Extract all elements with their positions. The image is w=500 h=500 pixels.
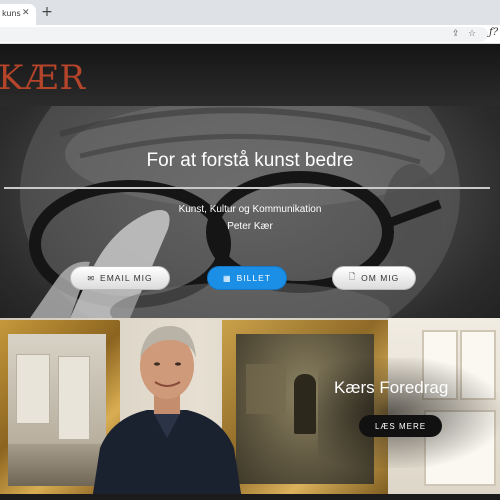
next-section-strip xyxy=(0,494,500,500)
plus-icon[interactable]: + xyxy=(39,5,55,21)
hero-subtitle: Kunst, Kultur og Kommunikation xyxy=(178,204,322,215)
hero-section: KÆR For at forstå kunst bedre Kunst, Kul… xyxy=(0,44,500,318)
browser-toolbar: ⇪ ☆ ƒ? xyxy=(0,25,500,44)
envelope-icon: ✉ xyxy=(87,273,96,283)
hero-author-name: Peter Kær xyxy=(227,221,273,232)
star-icon[interactable]: ☆ xyxy=(468,28,476,40)
share-icon[interactable]: ⇪ xyxy=(452,28,460,40)
feature-overlay xyxy=(318,358,500,468)
calendar-icon: ▦ xyxy=(223,273,232,283)
ticket-button[interactable]: ▦ BILLET xyxy=(207,266,287,290)
address-bar[interactable] xyxy=(0,27,488,42)
browser-tab-bar: kuns ✕ + xyxy=(0,0,500,25)
browser-tab[interactable]: kuns ✕ xyxy=(0,4,36,25)
extension-button[interactable]: ƒ? xyxy=(489,27,498,38)
speaker-photo xyxy=(92,326,242,500)
feature-section: Kærs Foredrag LÆS MERE xyxy=(0,318,500,500)
site-logo[interactable]: KÆR xyxy=(0,58,86,98)
about-button-label: OM MIG xyxy=(361,273,400,283)
about-button[interactable]: 🗋 OM MIG xyxy=(332,266,416,290)
tab-title: kuns xyxy=(2,9,21,18)
feature-title: Kærs Foredrag xyxy=(334,378,449,397)
hero-divider xyxy=(4,187,490,189)
read-more-button[interactable]: LÆS MERE xyxy=(359,415,442,437)
close-icon[interactable]: ✕ xyxy=(22,7,30,19)
ticket-button-label: BILLET xyxy=(236,273,271,283)
email-button-label: EMAIL MIG xyxy=(100,273,153,283)
email-button[interactable]: ✉ EMAIL MIG xyxy=(70,266,170,290)
document-icon: 🗋 xyxy=(348,272,357,281)
hero-title: For at forstå kunst bedre xyxy=(146,150,354,171)
